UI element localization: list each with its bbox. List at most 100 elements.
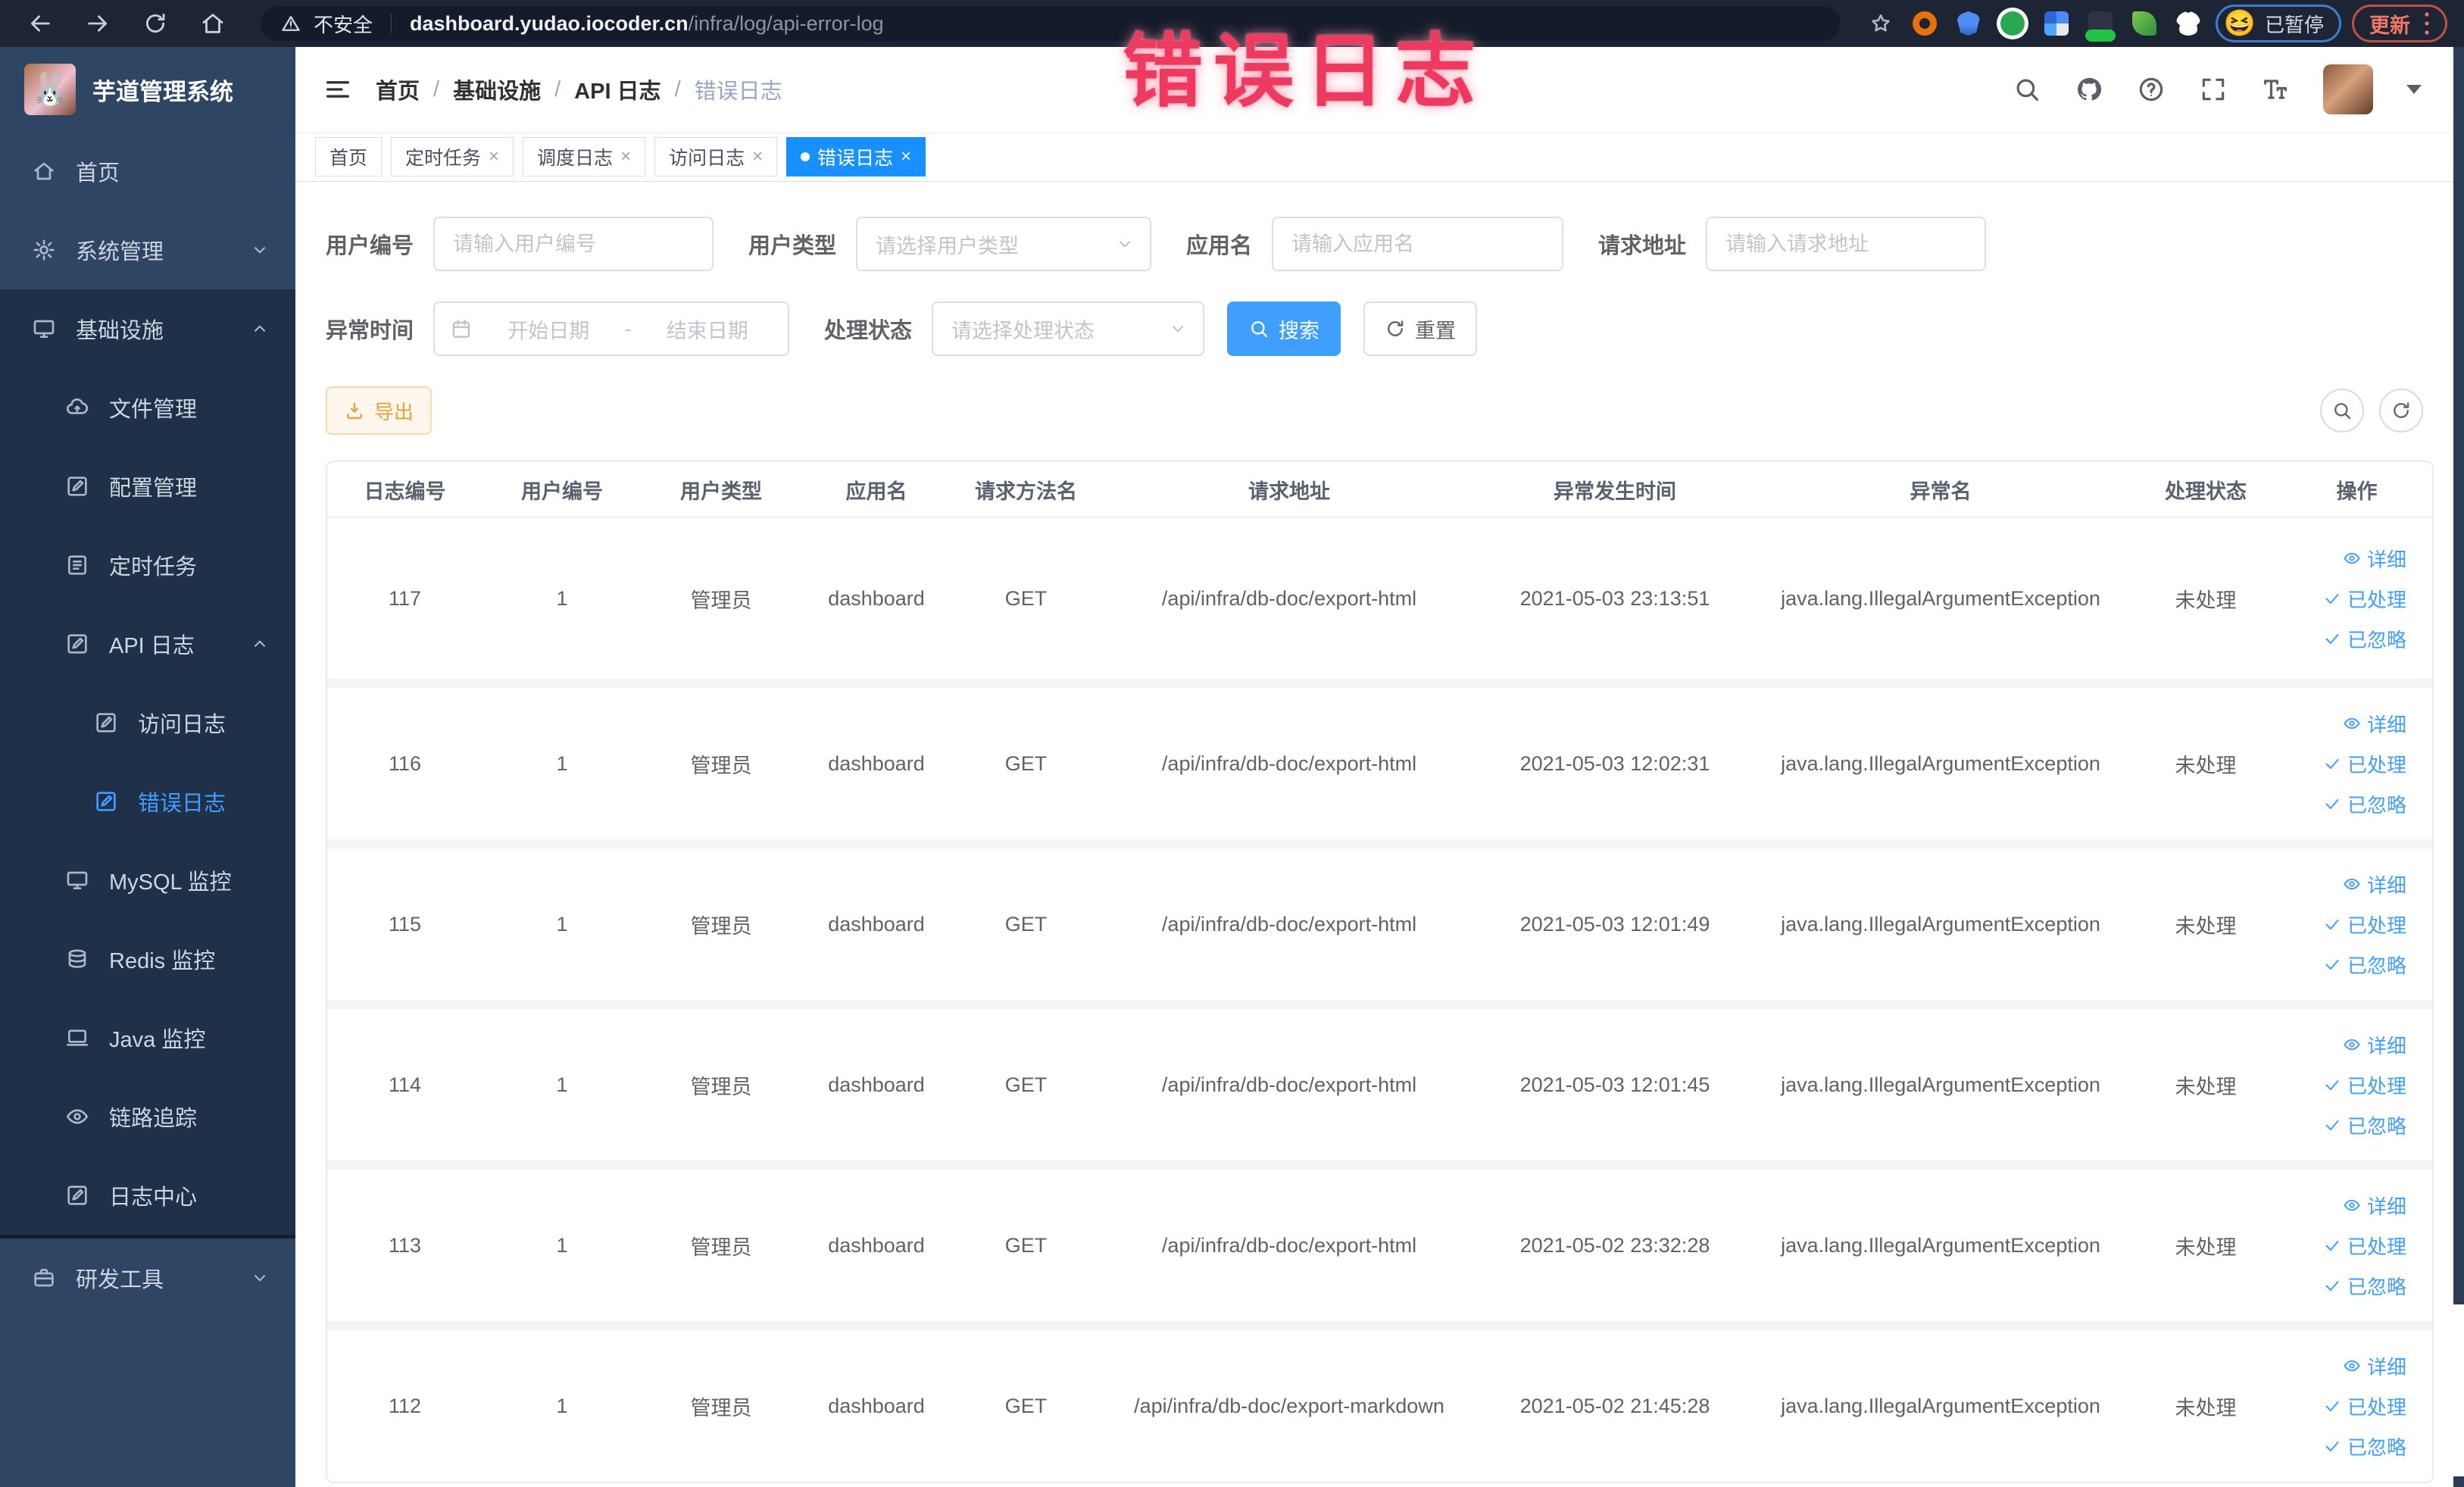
breadcrumb-separator: / <box>674 77 681 102</box>
tab-scheduled-task[interactable]: 定时任务 × <box>391 136 514 177</box>
mark-ignored-link[interactable]: 已忽略 <box>2323 790 2406 818</box>
sidebar-item-scheduled-task[interactable]: 定时任务 <box>0 526 295 604</box>
extension-grid-icon[interactable] <box>2044 11 2069 36</box>
sidebar-item-dev-tools[interactable]: 研发工具 <box>0 1239 295 1317</box>
process-status-select[interactable]: 请选择处理状态 <box>932 301 1205 356</box>
detail-link[interactable]: 详细 <box>2343 1031 2406 1059</box>
detail-link[interactable]: 详细 <box>2343 1192 2406 1220</box>
mark-processed-link[interactable]: 已处理 <box>2323 750 2406 778</box>
app-name-input[interactable] <box>1272 217 1564 271</box>
tab-schedule-log[interactable]: 调度日志 × <box>523 136 646 177</box>
breadcrumb-home[interactable]: 首页 <box>376 73 420 105</box>
sidebar-item-error-log[interactable]: 错误日志 <box>0 762 295 841</box>
tab-access-log[interactable]: 访问日志 × <box>654 136 778 177</box>
breadcrumb-infrastructure[interactable]: 基础设施 <box>453 73 541 105</box>
extension-paw-icon[interactable] <box>2175 11 2200 36</box>
extension-switch-icon[interactable] <box>2085 11 2116 42</box>
sidebar-item-infrastructure[interactable]: 基础设施 <box>0 289 295 368</box>
fullscreen-icon[interactable] <box>2199 75 2228 104</box>
table-cell: 113 <box>388 1233 422 1257</box>
mark-processed-link[interactable]: 已处理 <box>2323 911 2406 939</box>
extension-shield-icon[interactable] <box>1956 11 1981 36</box>
sidebar-item-home[interactable]: 首页 <box>0 132 295 211</box>
detail-link[interactable]: 详细 <box>2343 870 2406 898</box>
user-avatar[interactable] <box>2323 64 2373 114</box>
font-size-icon[interactable] <box>2261 75 2290 104</box>
extension-orange-icon[interactable] <box>1912 11 1937 36</box>
mark-ignored-link[interactable]: 已忽略 <box>2323 951 2406 979</box>
search-button[interactable]: 搜索 <box>1227 301 1341 356</box>
mark-processed-link[interactable]: 已处理 <box>2323 1071 2406 1099</box>
page-scrollbar[interactable] <box>2453 47 2464 1304</box>
url-text[interactable]: dashboard.yudao.iocoder.cn/infra/log/api… <box>410 12 884 36</box>
table-cell: java.lang.IllegalArgumentException <box>1781 1073 2100 1096</box>
help-icon[interactable] <box>2137 75 2166 104</box>
close-tab-icon[interactable]: × <box>620 147 631 166</box>
collapse-menu-icon[interactable] <box>323 74 353 105</box>
security-label[interactable]: 不安全 <box>314 10 373 38</box>
address-bar[interactable]: 不安全 dashboard.yudao.iocoder.cn/infra/log… <box>261 6 1840 41</box>
close-tab-icon[interactable]: × <box>752 147 763 166</box>
mark-processed-link[interactable]: 已处理 <box>2323 585 2406 613</box>
request-url-input[interactable] <box>1706 217 1987 271</box>
search-icon[interactable] <box>2013 75 2041 104</box>
mark-ignored-link[interactable]: 已忽略 <box>2323 1432 2406 1460</box>
extension-green-icon[interactable] <box>2000 11 2025 36</box>
toggle-search-button[interactable] <box>2320 389 2364 433</box>
table-cell: 管理员 <box>690 1236 752 1259</box>
reload-icon[interactable] <box>142 11 168 36</box>
bookmark-star-icon[interactable] <box>1869 11 1893 36</box>
app-logo[interactable]: 🐰 芋道管理系统 <box>0 47 295 132</box>
tab-error-log[interactable]: 错误日志 × <box>786 136 926 177</box>
eye-icon <box>2343 1357 2361 1375</box>
export-button[interactable]: 导出 <box>326 386 433 435</box>
mark-ignored-link[interactable]: 已忽略 <box>2323 1111 2406 1139</box>
sidebar-item-redis-monitor[interactable]: Redis 监控 <box>0 920 295 998</box>
sidebar-item-label: 首页 <box>76 161 120 186</box>
sidebar-item-trace[interactable]: 链路追踪 <box>0 1077 295 1156</box>
check-icon <box>2323 589 2341 608</box>
user-type-select[interactable]: 请选择用户类型 <box>856 217 1152 271</box>
tab-home[interactable]: 首页 <box>315 136 383 177</box>
refresh-table-button[interactable] <box>2379 389 2423 433</box>
browser-home-icon[interactable] <box>200 11 226 36</box>
mark-processed-link[interactable]: 已处理 <box>2323 1232 2406 1260</box>
sidebar-item-system-manage[interactable]: 系统管理 <box>0 211 295 289</box>
breadcrumb-api-log[interactable]: API 日志 <box>574 73 661 105</box>
detail-link[interactable]: 详细 <box>2343 545 2406 573</box>
sidebar-item-file-manage[interactable]: 文件管理 <box>0 368 295 447</box>
back-icon[interactable] <box>27 11 53 36</box>
exception-time-range-picker[interactable]: 开始日期 - 结束日期 <box>433 301 790 356</box>
sidebar-item-label: MySQL 监控 <box>109 870 232 895</box>
sidebar-item-label: 定时任务 <box>109 555 198 579</box>
forward-icon[interactable] <box>85 11 111 36</box>
reset-button[interactable]: 重置 <box>1363 301 1478 356</box>
sidebar-item-java-monitor[interactable]: Java 监控 <box>0 998 295 1077</box>
sidebar-item-api-log[interactable]: API 日志 <box>0 604 295 683</box>
table-cell: 1 <box>556 1394 568 1417</box>
profile-paused-chip[interactable]: 😆 已暂停 <box>2215 5 2341 42</box>
table-cell: /api/infra/db-doc/export-html <box>1161 1073 1417 1096</box>
sidebar-item-config-manage[interactable]: 配置管理 <box>0 447 295 526</box>
profile-emoji: 😆 <box>2223 9 2256 38</box>
mark-processed-link[interactable]: 已处理 <box>2323 1392 2406 1420</box>
chrome-update-button[interactable]: 更新 <box>2352 5 2447 42</box>
close-tab-icon[interactable]: × <box>489 147 499 166</box>
detail-link[interactable]: 详细 <box>2343 710 2406 738</box>
eye-icon <box>2343 549 2361 567</box>
sidebar-item-mysql-monitor[interactable]: MySQL 监控 <box>0 841 295 920</box>
close-tab-icon[interactable]: × <box>901 147 911 166</box>
sidebar-item-log-center[interactable]: 日志中心 <box>0 1156 295 1235</box>
check-icon <box>2323 955 2341 973</box>
mark-ignored-link[interactable]: 已忽略 <box>2323 625 2406 653</box>
mark-ignored-link[interactable]: 已忽略 <box>2323 1272 2406 1300</box>
detail-link[interactable]: 详细 <box>2343 1352 2406 1380</box>
sidebar-item-access-log[interactable]: 访问日志 <box>0 683 295 762</box>
github-icon[interactable] <box>2075 75 2103 104</box>
user-id-input[interactable] <box>433 217 714 271</box>
avatar-caret-icon[interactable] <box>2406 85 2422 94</box>
browser-menu-icon[interactable] <box>2424 11 2430 36</box>
extension-leaf-icon[interactable] <box>2131 11 2156 36</box>
check-icon <box>2323 1276 2341 1295</box>
table-cell: 115 <box>388 912 422 936</box>
